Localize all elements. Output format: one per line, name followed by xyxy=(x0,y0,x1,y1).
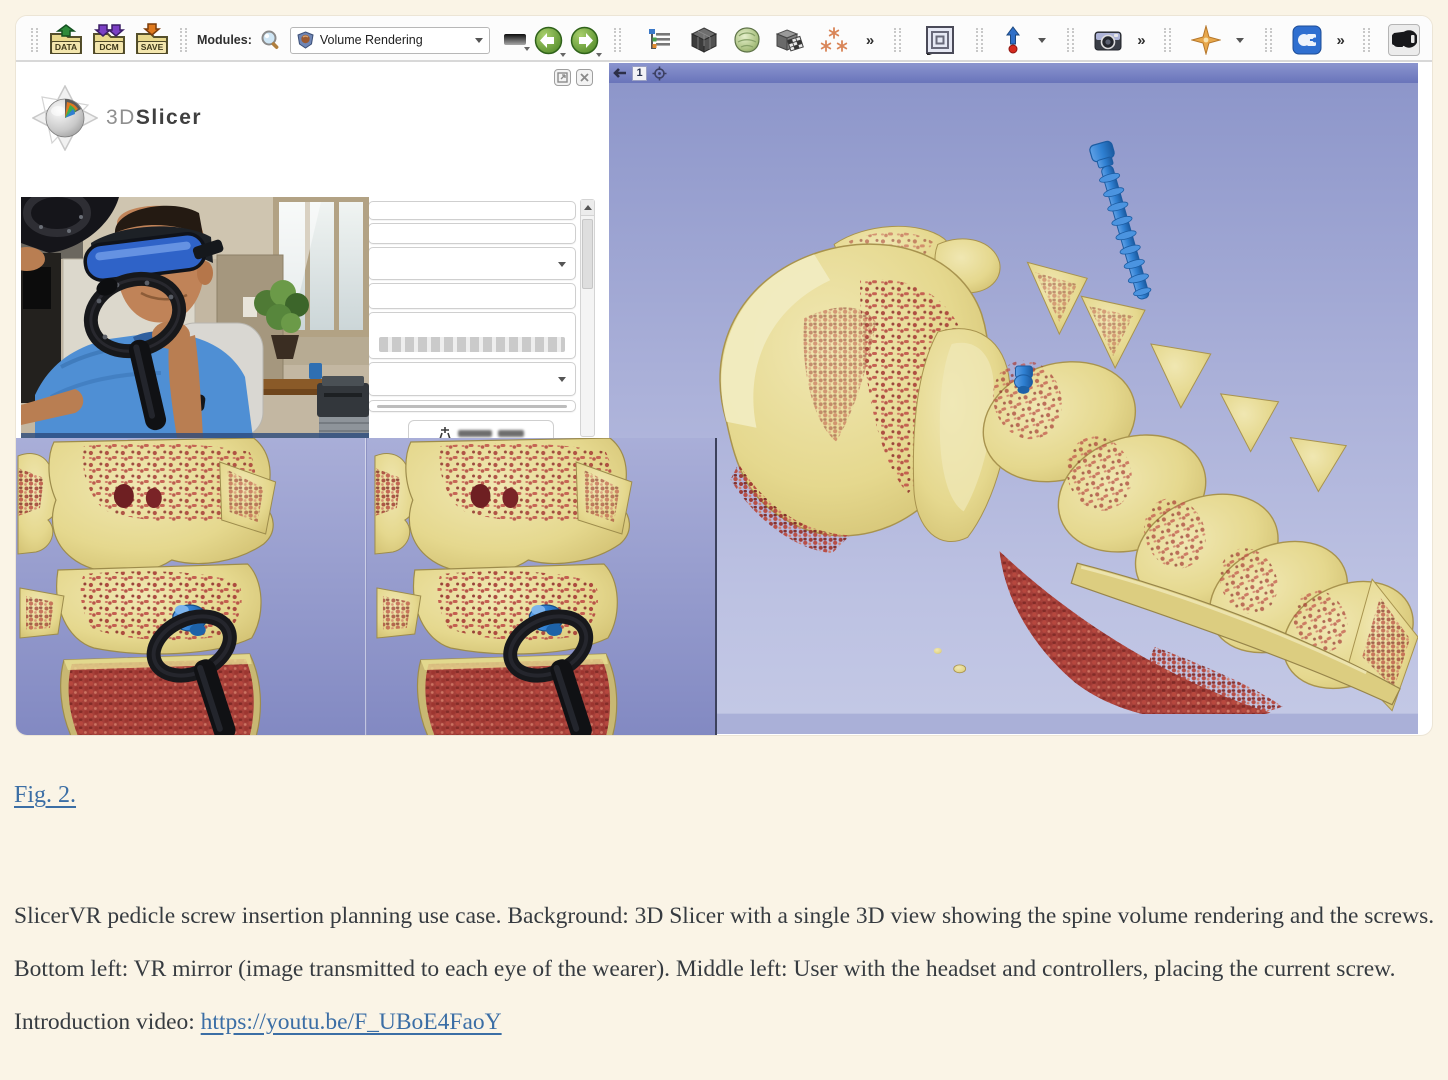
module-search-icon xyxy=(259,28,283,52)
toolbar-grip[interactable] xyxy=(894,28,901,52)
toolbar-grip[interactable] xyxy=(1067,28,1074,52)
panel-undock-button[interactable] xyxy=(554,69,571,86)
data-module-cube-icon xyxy=(690,26,718,54)
save-button[interactable]: SAVE xyxy=(134,23,170,57)
chevron-down-icon xyxy=(558,377,566,382)
undock-icon xyxy=(557,72,568,83)
toolbar-overflow-button[interactable]: » xyxy=(1137,32,1144,49)
module-search-button[interactable] xyxy=(259,28,283,52)
layout-selector-button[interactable] xyxy=(925,25,955,55)
crosshair-star-icon xyxy=(1191,25,1221,55)
caption-video-link[interactable]: https://youtu.be/F_UBoE4FaoY xyxy=(201,1009,502,1035)
crosshair-button[interactable] xyxy=(1191,25,1221,55)
data-module-button[interactable] xyxy=(690,26,718,54)
slicer-logo-text: 3DSlicer xyxy=(106,106,202,130)
volume-rendering-module-button[interactable] xyxy=(733,26,761,54)
slicer-workspace: 1 xyxy=(16,63,1432,735)
toolbar-grip[interactable] xyxy=(1363,28,1370,52)
chevron-down-icon xyxy=(524,47,530,51)
parameter-groove[interactable] xyxy=(368,400,576,412)
slicer-logo-icon xyxy=(32,85,98,151)
threed-view[interactable]: 1 xyxy=(609,63,1418,734)
virtual-reality-button[interactable] xyxy=(1388,24,1420,56)
screen-capture-button[interactable] xyxy=(503,31,527,49)
illegible-label xyxy=(498,430,524,437)
vr-mirror-right-eye xyxy=(366,438,716,736)
vr-mirror xyxy=(16,438,717,736)
module-selector[interactable]: Volume Rendering xyxy=(290,27,490,54)
volumes-module-button[interactable] xyxy=(776,26,804,54)
markups-seeds-icon xyxy=(819,26,849,54)
parameter-slider[interactable] xyxy=(368,312,576,359)
toolbar-overflow-button[interactable]: » xyxy=(1337,32,1344,49)
panel-scrollbar[interactable] xyxy=(580,199,595,437)
toolbar-grip[interactable] xyxy=(31,28,38,52)
modules-label: Modules: xyxy=(197,33,252,47)
view-crosshair-icon[interactable] xyxy=(652,66,667,81)
chevron-down-icon xyxy=(596,53,602,57)
logo-name: Slicer xyxy=(136,106,202,129)
chevron-down-icon xyxy=(475,38,483,43)
parameter-dropdown[interactable] xyxy=(368,247,576,280)
parameter-input[interactable] xyxy=(368,201,576,220)
volumes-module-icon xyxy=(776,26,804,54)
extensions-manager-icon xyxy=(1292,25,1322,55)
figure-caption: SlicerVR pedicle screw insertion plannin… xyxy=(14,890,1438,1049)
save-label: SAVE xyxy=(137,41,167,54)
panel-close-button[interactable] xyxy=(576,69,593,86)
volume-rendering-blob-icon xyxy=(733,26,761,54)
parameter-input[interactable] xyxy=(368,223,576,244)
subject-hierarchy-button[interactable] xyxy=(647,27,673,53)
chevron-down-icon[interactable] xyxy=(1236,38,1244,43)
virtual-reality-headset-icon xyxy=(1391,30,1417,50)
toolbar-overflow-button[interactable]: » xyxy=(866,32,873,49)
parameter-dropdown[interactable] xyxy=(368,362,576,396)
figure-link[interactable]: Fig. 2. xyxy=(14,782,76,809)
toolbar-grip[interactable] xyxy=(1164,28,1171,52)
scroll-thumb[interactable] xyxy=(582,219,593,289)
groove-line xyxy=(377,405,567,408)
toolbar-grip[interactable] xyxy=(614,28,621,52)
chevron-down-icon xyxy=(558,262,566,267)
markups-seeds-button[interactable] xyxy=(819,26,849,54)
close-icon xyxy=(579,72,590,83)
module-history-back-button[interactable] xyxy=(534,26,563,55)
logo-prefix: 3D xyxy=(106,106,136,129)
toolbar-grip[interactable] xyxy=(1265,28,1272,52)
parameter-input[interactable] xyxy=(368,283,576,309)
module-selector-value: Volume Rendering xyxy=(320,33,469,47)
toolbar-grip[interactable] xyxy=(180,28,187,52)
view-label: 1 xyxy=(632,66,647,81)
layout-selector-icon xyxy=(925,25,955,55)
place-point-button[interactable] xyxy=(1003,26,1023,54)
chevron-down-icon[interactable] xyxy=(1038,38,1046,43)
slicer-toolbar: DATA DCM SAVE Modules: xyxy=(16,16,1432,62)
module-panel: 3DSlicer xyxy=(16,63,609,438)
slider-ticks xyxy=(379,337,565,352)
module-history-forward-button[interactable] xyxy=(570,26,599,55)
chevron-down-icon xyxy=(560,53,566,57)
screenshot-button[interactable] xyxy=(1094,28,1122,52)
user-photo xyxy=(21,197,369,438)
spine-volume-rendering xyxy=(609,83,1418,714)
module-history-back-icon xyxy=(534,26,563,55)
figure-image[interactable]: DATA DCM SAVE Modules: xyxy=(15,15,1433,736)
extensions-manager-button[interactable] xyxy=(1292,25,1322,55)
scroll-up-button[interactable] xyxy=(581,200,594,216)
threed-view-controller-bar: 1 xyxy=(609,63,1418,83)
vr-mirror-left-eye xyxy=(16,438,366,736)
illegible-label xyxy=(458,430,492,437)
toolbar-grip[interactable] xyxy=(976,28,983,52)
place-point-icon xyxy=(1003,26,1023,54)
dicom-label: DCM xyxy=(94,41,124,54)
screenshot-camera-icon xyxy=(1094,28,1122,52)
module-shield-icon xyxy=(297,31,314,49)
load-data-button[interactable]: DATA xyxy=(48,23,84,57)
subject-hierarchy-icon xyxy=(647,27,673,53)
view-pin-icon[interactable] xyxy=(613,67,627,79)
slicer-logo: 3DSlicer xyxy=(32,85,202,151)
dicom-button[interactable]: DCM xyxy=(91,23,127,57)
load-data-label: DATA xyxy=(51,41,81,54)
module-history-forward-icon xyxy=(570,26,599,55)
